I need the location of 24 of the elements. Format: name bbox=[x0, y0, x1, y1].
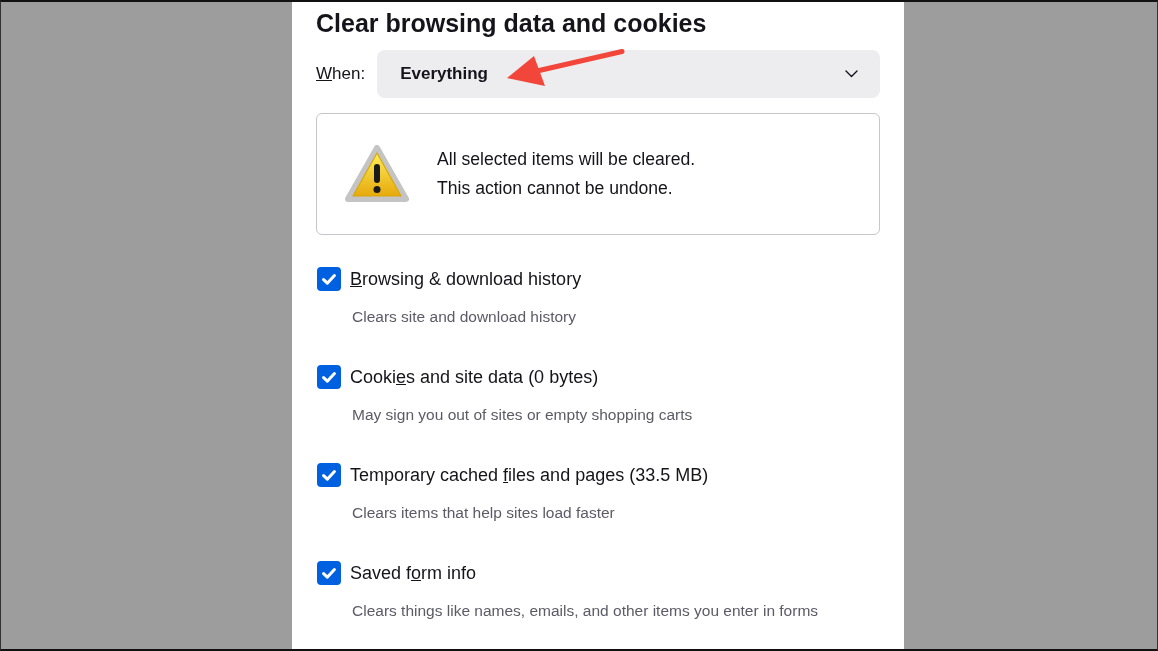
checkmark-icon bbox=[322, 567, 336, 579]
warning-icon bbox=[345, 145, 409, 203]
checkbox[interactable] bbox=[317, 365, 341, 389]
option-description: Clears items that help sites load faster bbox=[352, 503, 616, 523]
option-description: May sign you out of sites or empty shopping carts bbox=[352, 405, 694, 425]
checkmark-icon bbox=[322, 469, 336, 481]
checkmark-icon bbox=[322, 371, 336, 383]
arrow-icon bbox=[507, 49, 625, 89]
checkbox[interactable] bbox=[317, 561, 341, 585]
checkmark-icon bbox=[322, 273, 336, 285]
warning-text: All selected items will be cleared. bbox=[437, 148, 696, 171]
option-description: Clears site and download history bbox=[352, 307, 577, 327]
option-label: Cookies and site data (0 bytes) bbox=[350, 366, 599, 388]
option-label: Browsing & download history bbox=[350, 268, 582, 290]
option-label: Temporary cached files and pages (33.5 MB) bbox=[350, 464, 709, 486]
option-description: Clears things like names, emails, and other items you enter in forms bbox=[352, 601, 820, 621]
dialog-title: Clear browsing data and cookies bbox=[316, 8, 708, 39]
option-label: Saved form info bbox=[350, 562, 477, 584]
checkbox[interactable] bbox=[317, 267, 341, 291]
chevron-down-icon bbox=[845, 70, 858, 78]
time-range-dropdown[interactable]: Everything bbox=[377, 50, 880, 98]
checkbox[interactable] bbox=[317, 463, 341, 487]
when-label: When: bbox=[316, 64, 366, 84]
warning-text: This action cannot be undone. bbox=[437, 177, 674, 200]
